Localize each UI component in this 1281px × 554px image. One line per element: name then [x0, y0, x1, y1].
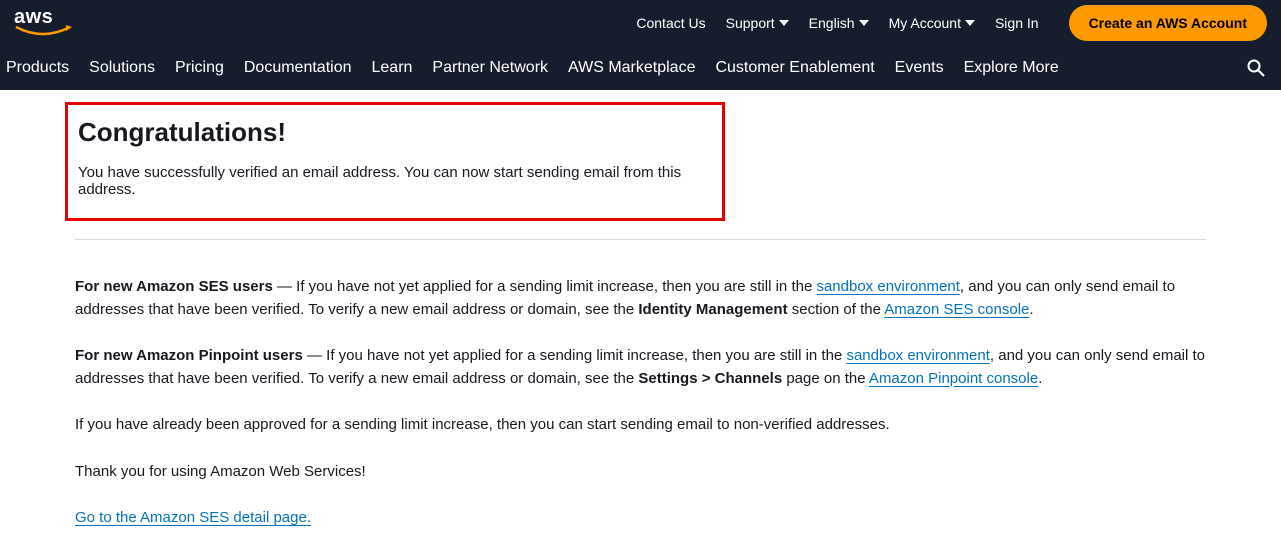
nav-pricing[interactable]: Pricing	[175, 51, 224, 85]
create-account-button[interactable]: Create an AWS Account	[1069, 5, 1267, 41]
approved-paragraph: If you have already been approved for a …	[75, 414, 1206, 437]
ses-users-paragraph: For new Amazon SES users — If you have n…	[75, 276, 1206, 321]
aws-logo-text: aws	[14, 7, 53, 27]
ses-console-link[interactable]: Amazon SES console	[884, 301, 1029, 318]
identity-management-strong: Identity Management	[638, 301, 787, 318]
sandbox-environment-link[interactable]: sandbox environment	[846, 347, 989, 364]
search-icon[interactable]	[1247, 59, 1265, 77]
nav-explore-more[interactable]: Explore More	[964, 51, 1059, 85]
nav-partner-network[interactable]: Partner Network	[432, 51, 548, 85]
page-subtitle: You have successfully verified an email …	[78, 164, 712, 198]
settings-channels-strong: Settings > Channels	[638, 370, 782, 387]
detail-link-paragraph: Go to the Amazon SES detail page.	[75, 507, 1206, 530]
aws-smile-icon	[14, 25, 72, 39]
nav-documentation[interactable]: Documentation	[244, 51, 352, 85]
contact-us-link[interactable]: Contact Us	[636, 15, 705, 31]
top-links: Contact Us Support English My Account Si…	[636, 5, 1267, 41]
my-account-dropdown[interactable]: My Account	[889, 15, 975, 31]
thanks-paragraph: Thank you for using Amazon Web Services!	[75, 461, 1206, 484]
nav-products[interactable]: Products	[6, 51, 69, 85]
nav-events[interactable]: Events	[895, 51, 944, 85]
sign-in-link[interactable]: Sign In	[995, 15, 1039, 31]
nav-learn[interactable]: Learn	[372, 51, 413, 85]
nav-customer-enablement[interactable]: Customer Enablement	[715, 51, 874, 85]
divider	[75, 239, 1206, 240]
pinpoint-console-link[interactable]: Amazon Pinpoint console	[869, 370, 1038, 387]
caret-down-icon	[859, 20, 869, 26]
nav-marketplace[interactable]: AWS Marketplace	[568, 51, 695, 85]
pinpoint-users-strong: For new Amazon Pinpoint users	[75, 347, 303, 364]
main-content: Congratulations! You have successfully v…	[25, 102, 1256, 530]
caret-down-icon	[965, 20, 975, 26]
page-title: Congratulations!	[78, 117, 712, 148]
nav-solutions[interactable]: Solutions	[89, 51, 155, 85]
topbar: aws Contact Us Support English My Accoun…	[0, 0, 1281, 46]
pinpoint-users-paragraph: For new Amazon Pinpoint users — If you h…	[75, 345, 1206, 390]
sandbox-environment-link[interactable]: sandbox environment	[816, 278, 959, 295]
ses-users-strong: For new Amazon SES users	[75, 278, 273, 295]
ses-detail-page-link[interactable]: Go to the Amazon SES detail page.	[75, 509, 311, 526]
aws-logo[interactable]: aws	[14, 7, 72, 39]
language-dropdown[interactable]: English	[809, 15, 869, 31]
navbar: Products Solutions Pricing Documentation…	[0, 46, 1281, 90]
support-dropdown[interactable]: Support	[726, 15, 789, 31]
congratulations-box: Congratulations! You have successfully v…	[65, 102, 725, 221]
caret-down-icon	[779, 20, 789, 26]
